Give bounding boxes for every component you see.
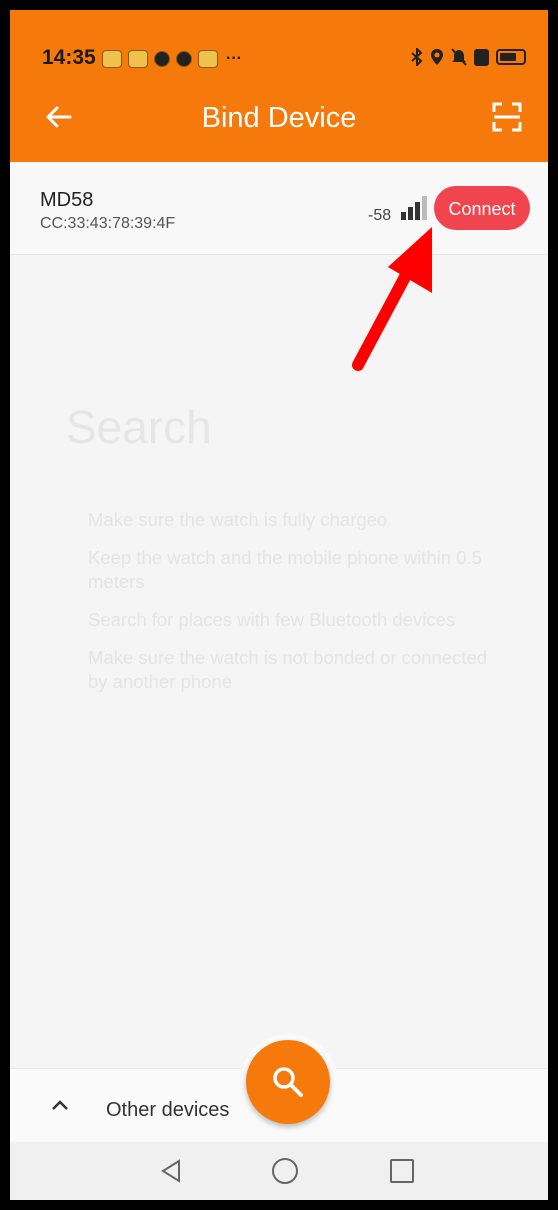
mute-icon <box>451 48 467 66</box>
weibo-icon <box>128 50 148 68</box>
search-icon <box>273 1067 303 1097</box>
device-list-item[interactable]: MD58 CC:33:43:78:39:4F -58 Connect <box>10 162 548 255</box>
tip-item: Keep the watch and the mobile phone with… <box>88 547 482 592</box>
tip-item: Make sure the watch is not bonded or con… <box>88 647 488 692</box>
search-tips-list: Make sure the watch is fully chargeo Kee… <box>88 508 488 708</box>
device-mac-address: CC:33:43:78:39:4F <box>40 215 176 232</box>
system-navigation-bar <box>10 1142 548 1200</box>
app-bar: Bind Device <box>10 72 548 162</box>
search-fab-button[interactable] <box>246 1040 330 1124</box>
nfc-icon <box>474 48 489 66</box>
shield-icon <box>154 51 170 67</box>
nav-home-icon[interactable] <box>272 1158 298 1184</box>
battery-icon <box>496 49 526 65</box>
notification-icons: ··· <box>102 50 242 68</box>
other-devices-label: Other devices <box>106 1099 230 1121</box>
status-time: 14:35 <box>42 46 96 69</box>
weibo-icon <box>198 50 218 68</box>
device-name: MD58 <box>40 189 94 211</box>
search-title: Search <box>66 401 212 453</box>
tip-item: Search for places with few Bluetooth dev… <box>88 609 456 630</box>
status-bar: 14:35 ··· <box>10 10 548 72</box>
tip-item: Make sure the watch is fully chargeo <box>88 509 388 530</box>
bluetooth-icon <box>411 48 423 66</box>
bell-icon <box>176 51 192 67</box>
nav-back-icon[interactable] <box>160 1159 182 1183</box>
more-notifications-indicator: ··· <box>226 50 242 67</box>
page-title: Bind Device <box>201 102 357 134</box>
nav-recents-icon[interactable] <box>390 1159 414 1183</box>
scan-qr-icon[interactable] <box>492 102 522 132</box>
red-arrow-annotation-icon <box>352 227 432 371</box>
system-icons <box>411 48 526 66</box>
chevron-up-icon[interactable] <box>48 1093 72 1117</box>
location-icon <box>431 49 443 65</box>
weibo-icon <box>102 50 122 68</box>
phone-screen: 14:35 ··· Bind Device MD58 CC:33:43:78:3… <box>10 10 548 1200</box>
